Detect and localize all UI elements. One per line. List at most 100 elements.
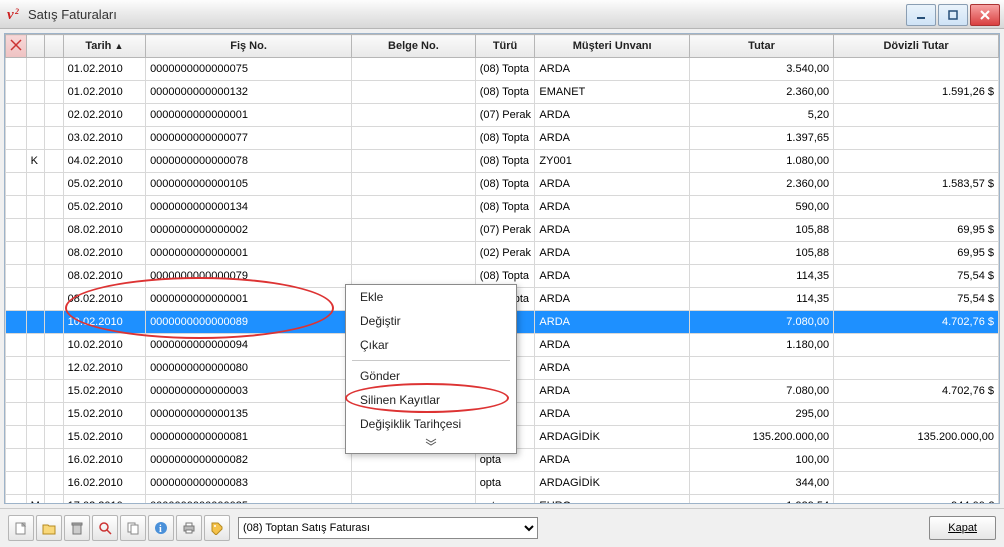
minimize-button[interactable] <box>906 4 936 26</box>
ctx-degistir[interactable]: Değiştir <box>346 309 516 333</box>
turu-cell: opta <box>475 495 535 505</box>
table-row[interactable]: 03.02.20100000000000000077(08) ToptaARDA… <box>6 127 999 150</box>
table-row[interactable]: M17.02.20100000000000000085optaEURO1.939… <box>6 495 999 505</box>
ctx-gonder[interactable]: Gönder <box>346 364 516 388</box>
row-indicator-cell <box>6 449 27 472</box>
table-row[interactable]: 01.02.20100000000000000132(08) ToptaEMAN… <box>6 81 999 104</box>
musteri-header[interactable]: Müşteri Unvanı <box>535 35 690 58</box>
belge-cell <box>352 472 476 495</box>
flag2-cell <box>45 403 64 426</box>
doviz-cell: 75,54 $ <box>834 288 999 311</box>
table-row[interactable]: 01.02.20100000000000000075(08) ToptaARDA… <box>6 58 999 81</box>
search-button[interactable] <box>92 515 118 541</box>
close-window-button[interactable] <box>970 4 1000 26</box>
tutar-cell: 1.080,00 <box>689 150 833 173</box>
musteri-cell: ARDA <box>535 173 690 196</box>
flag-cell <box>26 334 45 357</box>
doviz-cell: 69,95 $ <box>834 219 999 242</box>
doviz-cell <box>834 357 999 380</box>
tutar-cell: 2.360,00 <box>689 173 833 196</box>
tutar-cell: 344,00 <box>689 472 833 495</box>
fis-cell: 0000000000000001 <box>146 104 352 127</box>
table-row[interactable]: 16.02.20100000000000000083optaARDAGİDİK3… <box>6 472 999 495</box>
table-row[interactable]: 05.02.20100000000000000105(08) ToptaARDA… <box>6 173 999 196</box>
context-menu[interactable]: Ekle Değiştir Çıkar Gönder Silinen Kayıt… <box>345 284 517 454</box>
tag-button[interactable] <box>204 515 230 541</box>
turu-cell: (08) Topta <box>475 127 535 150</box>
doviz-cell <box>834 449 999 472</box>
fis-cell: 0000000000000132 <box>146 81 352 104</box>
ctx-tarihce[interactable]: Değişiklik Tarihçesi <box>346 412 516 436</box>
ctx-ekle[interactable]: Ekle <box>346 285 516 309</box>
row-indicator-cell <box>6 311 27 334</box>
row-indicator-cell <box>6 127 27 150</box>
delete-button[interactable] <box>64 515 90 541</box>
doviz-cell: 1.591,26 $ <box>834 81 999 104</box>
fis-cell: 0000000000000075 <box>146 58 352 81</box>
new-button[interactable] <box>8 515 34 541</box>
row-indicator-cell <box>6 219 27 242</box>
flag2-col-header[interactable] <box>45 35 64 58</box>
turu-header[interactable]: Türü <box>475 35 535 58</box>
tarih-header[interactable]: Tarih ▲ <box>63 35 145 58</box>
window: v 2 Satış Faturaları <box>0 0 1004 547</box>
doviz-cell: 1.583,57 $ <box>834 173 999 196</box>
info-button[interactable]: i <box>148 515 174 541</box>
print-button[interactable] <box>176 515 202 541</box>
tutar-cell: 114,35 <box>689 288 833 311</box>
flag2-cell <box>45 81 64 104</box>
svg-text:v: v <box>7 7 14 22</box>
turu-cell: (08) Topta <box>475 58 535 81</box>
tutar-cell: 5,20 <box>689 104 833 127</box>
ctx-expand-icon[interactable] <box>346 436 516 453</box>
doviz-header[interactable]: Dövizli Tutar <box>834 35 999 58</box>
ctx-cikar[interactable]: Çıkar <box>346 333 516 357</box>
copy-button[interactable] <box>120 515 146 541</box>
table-row[interactable]: 05.02.20100000000000000134(08) ToptaARDA… <box>6 196 999 219</box>
row-indicator-cell <box>6 288 27 311</box>
musteri-cell: ARDA <box>535 127 690 150</box>
table-row[interactable]: 02.02.20100000000000000001(07) PerakARDA… <box>6 104 999 127</box>
flag2-cell <box>45 150 64 173</box>
doviz-cell <box>834 104 999 127</box>
app-icon: v 2 <box>6 6 22 22</box>
title-bar: v 2 Satış Faturaları <box>0 0 1004 29</box>
musteri-cell: ARDA <box>535 242 690 265</box>
musteri-cell: ARDA <box>535 403 690 426</box>
musteri-cell: ARDA <box>535 311 690 334</box>
flag2-cell <box>45 288 64 311</box>
fis-header[interactable]: Fiş No. <box>146 35 352 58</box>
belge-header[interactable]: Belge No. <box>352 35 476 58</box>
tarih-cell: 15.02.2010 <box>63 403 145 426</box>
tutar-cell: 114,35 <box>689 265 833 288</box>
maximize-button[interactable] <box>938 4 968 26</box>
flag-cell <box>26 104 45 127</box>
table-row[interactable]: 08.02.20100000000000000001(02) PerakARDA… <box>6 242 999 265</box>
open-button[interactable] <box>36 515 62 541</box>
flag2-cell <box>45 380 64 403</box>
tutar-cell: 7.080,00 <box>689 380 833 403</box>
row-indicator-cell <box>6 495 27 505</box>
flag2-cell <box>45 357 64 380</box>
kapat-button[interactable]: Kapat <box>929 516 996 540</box>
row-selector-header[interactable] <box>6 35 27 58</box>
flag-cell <box>26 265 45 288</box>
table-row[interactable]: K04.02.20100000000000000078(08) ToptaZY0… <box>6 150 999 173</box>
invoice-type-select[interactable]: (08) Toptan Satış Faturası <box>238 517 538 539</box>
musteri-cell: ARDA <box>535 380 690 403</box>
table-row[interactable]: 08.02.20100000000000000002(07) PerakARDA… <box>6 219 999 242</box>
row-indicator-cell <box>6 426 27 449</box>
flag2-cell <box>45 495 64 505</box>
tarih-cell: 08.02.2010 <box>63 242 145 265</box>
tarih-cell: 04.02.2010 <box>63 150 145 173</box>
musteri-cell: ARDAGİDİK <box>535 426 690 449</box>
belge-cell <box>352 104 476 127</box>
flag-cell <box>26 403 45 426</box>
tutar-header[interactable]: Tutar <box>689 35 833 58</box>
ctx-silinen[interactable]: Silinen Kayıtlar <box>346 388 516 412</box>
flag-col-header[interactable] <box>26 35 45 58</box>
musteri-cell: EURO <box>535 495 690 505</box>
tarih-cell: 08.02.2010 <box>63 219 145 242</box>
doviz-cell <box>834 58 999 81</box>
belge-cell <box>352 495 476 505</box>
